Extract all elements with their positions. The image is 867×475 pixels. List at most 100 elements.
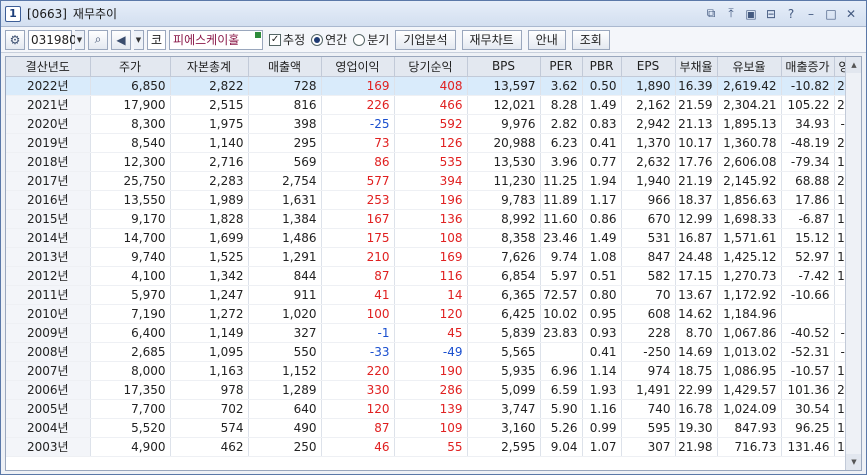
table-cell: 139 bbox=[394, 399, 468, 419]
table-row[interactable]: 2014년 14,700 1,699 1,486 175 108 8,358 23.46 1.4… bbox=[6, 228, 861, 248]
table-cell: 30.54 bbox=[781, 399, 835, 419]
column-header[interactable]: 매출액 bbox=[248, 57, 322, 77]
table-row[interactable]: 2021년 17,900 2,515 816 226 466 12,021 8.28 1.49 2… bbox=[6, 95, 861, 115]
annual-radio[interactable]: 연간 bbox=[311, 31, 347, 48]
table-cell: -25 bbox=[321, 114, 395, 134]
screenshot-icon[interactable]: ▣ bbox=[742, 5, 760, 23]
table-cell: 0.77 bbox=[582, 152, 622, 172]
table-cell: 16.39 bbox=[675, 76, 718, 96]
column-header[interactable]: 결산년도 bbox=[6, 57, 91, 77]
quarter-radio[interactable]: 분기 bbox=[353, 31, 389, 48]
table-cell: 6.23 bbox=[540, 133, 583, 153]
table-cell: 847.93 bbox=[717, 418, 782, 438]
estimate-label: 추정 bbox=[283, 33, 306, 47]
table-cell: 21.59 bbox=[675, 95, 718, 115]
table-cell: 8,992 bbox=[467, 209, 541, 229]
table-cell: 13,530 bbox=[467, 152, 541, 172]
close-icon[interactable]: ✕ bbox=[842, 5, 860, 23]
table-cell: 2,515 bbox=[170, 95, 249, 115]
table-row[interactable]: 2010년 7,190 1,272 1,020 100 120 6,425 10.02 0.95… bbox=[6, 304, 861, 324]
settings-icon[interactable]: ⊟ bbox=[762, 5, 780, 23]
column-header[interactable]: PER bbox=[540, 57, 583, 77]
table-row[interactable]: 2004년 5,520 574 490 87 109 3,160 5.26 0.99 595 19.… bbox=[6, 418, 861, 438]
speaker-dropdown-icon[interactable]: ▼ bbox=[134, 29, 144, 50]
restore-icon[interactable]: ⧉ bbox=[702, 5, 720, 23]
table-cell: 2003년 bbox=[6, 437, 91, 457]
table-row[interactable]: 2011년 5,970 1,247 911 41 14 6,365 72.57 0.80 70 13… bbox=[6, 285, 861, 305]
table-cell: 10.17 bbox=[675, 133, 718, 153]
column-header[interactable]: PBR bbox=[582, 57, 622, 77]
table-cell: 307 bbox=[621, 437, 676, 457]
scroll-up-icon[interactable]: ▲ bbox=[846, 57, 861, 73]
column-header[interactable]: 매출증가 bbox=[781, 57, 835, 77]
table-cell: 2013년 bbox=[6, 247, 91, 267]
column-header[interactable]: 자본총계 bbox=[170, 57, 249, 77]
table-row[interactable]: 2008년 2,685 1,095 550 -33 -49 5,565 0.41 -250 14.… bbox=[6, 342, 861, 362]
table-cell: 844 bbox=[248, 266, 322, 286]
table-cell: 394 bbox=[394, 171, 468, 191]
speaker-icon[interactable]: ◀ bbox=[111, 29, 131, 50]
table-cell: 1,172.92 bbox=[717, 285, 782, 305]
financial-chart-button[interactable]: 재무차트 bbox=[461, 29, 522, 50]
column-header[interactable]: BPS bbox=[467, 57, 541, 77]
table-row[interactable]: 2003년 4,900 462 250 46 55 2,595 9.04 1.07 307 21.9… bbox=[6, 437, 861, 457]
estimate-checkbox[interactable]: ✓ 추정 bbox=[269, 31, 305, 48]
table-row[interactable]: 2006년 17,350 978 1,289 330 286 5,099 6.59 1.93 1,… bbox=[6, 380, 861, 400]
table-cell: 728 bbox=[248, 76, 322, 96]
table-cell: 716.73 bbox=[717, 437, 782, 457]
table-cell: 8,540 bbox=[90, 133, 171, 153]
company-analysis-button[interactable]: 기업분석 bbox=[395, 29, 456, 50]
table-cell: 9.74 bbox=[540, 247, 583, 267]
table-row[interactable]: 2018년 12,300 2,716 569 86 535 13,530 3.96 0.77 2,… bbox=[6, 152, 861, 172]
maximize-icon[interactable]: □ bbox=[822, 5, 840, 23]
table-cell: 1,895.13 bbox=[717, 114, 782, 134]
table-cell: 15.12 bbox=[781, 228, 835, 248]
query-button[interactable]: 조회 bbox=[571, 29, 610, 50]
title-bar[interactable]: 1 [0663] 재무추이 ⧉ ⤒ ▣ ⊟ ? – □ ✕ bbox=[1, 1, 866, 27]
column-header[interactable]: 부채율 bbox=[675, 57, 718, 77]
table-cell: 974 bbox=[621, 361, 676, 381]
table-cell: 73 bbox=[321, 133, 395, 153]
table-row[interactable]: 2017년 25,750 2,283 2,754 577 394 11,230 11.25 1.… bbox=[6, 171, 861, 191]
guide-button[interactable]: 안내 bbox=[527, 29, 566, 50]
table-cell: 5,970 bbox=[90, 285, 171, 305]
table-row[interactable]: 2007년 8,000 1,163 1,152 220 190 5,935 6.96 1.14 9… bbox=[6, 361, 861, 381]
table-cell: 17.15 bbox=[675, 266, 718, 286]
annual-label: 연간 bbox=[325, 33, 348, 47]
company-name-field[interactable]: 피에스케이홀 bbox=[169, 29, 264, 50]
table-cell: 1,975 bbox=[170, 114, 249, 134]
table-cell: -40.52 bbox=[781, 323, 835, 343]
table-cell: -6.87 bbox=[781, 209, 835, 229]
column-header[interactable]: 영업이익 bbox=[321, 57, 395, 77]
column-header[interactable]: EPS bbox=[621, 57, 676, 77]
table-row[interactable]: 2016년 13,550 1,989 1,631 253 196 9,783 11.89 1.1… bbox=[6, 190, 861, 210]
table-row[interactable]: 2015년 9,170 1,828 1,384 167 136 8,992 11.60 0.86… bbox=[6, 209, 861, 229]
table-row[interactable]: 2005년 7,700 702 640 120 139 3,747 5.90 1.16 740 16… bbox=[6, 399, 861, 419]
table-cell: 1,631 bbox=[248, 190, 322, 210]
table-row[interactable]: 2009년 6,400 1,149 327 -1 45 5,839 23.83 0.93 228 8… bbox=[6, 323, 861, 343]
gear-icon[interactable]: ⚙ bbox=[5, 29, 25, 50]
table-cell: 9,740 bbox=[90, 247, 171, 267]
search-icon[interactable]: ⌕ bbox=[88, 29, 108, 50]
table-row[interactable]: 2020년 8,300 1,975 398 -25 592 9,976 2.82 0.83 2,9… bbox=[6, 114, 861, 134]
table-row[interactable]: 2013년 9,740 1,525 1,291 210 169 7,626 9.74 1.08 8… bbox=[6, 247, 861, 267]
scroll-down-icon[interactable]: ▼ bbox=[846, 454, 861, 470]
minimize-icon[interactable]: – bbox=[802, 5, 820, 23]
table-cell: 13,550 bbox=[90, 190, 171, 210]
table-cell: 5,935 bbox=[467, 361, 541, 381]
table-cell: 2008년 bbox=[6, 342, 91, 362]
column-header[interactable]: 주가 bbox=[90, 57, 171, 77]
column-header[interactable]: 당기순익 bbox=[394, 57, 468, 77]
table-row[interactable]: 2022년 6,850 2,822 728 169 408 13,597 3.62 0.50 1,… bbox=[6, 76, 861, 96]
table-row[interactable]: 2012년 4,100 1,342 844 87 116 6,854 5.97 0.51 582 1… bbox=[6, 266, 861, 286]
stock-code-input[interactable]: 031980 bbox=[28, 29, 77, 50]
column-header[interactable]: 유보율 bbox=[717, 57, 782, 77]
screen-name: 재무추이 bbox=[72, 7, 118, 21]
table-row[interactable]: 2019년 8,540 1,140 295 73 126 20,988 6.23 0.41 1,3… bbox=[6, 133, 861, 153]
help-icon[interactable]: ? bbox=[782, 5, 800, 23]
vertical-scrollbar[interactable]: ▲ ▼ bbox=[845, 57, 861, 470]
chevron-down-icon[interactable]: ▼ bbox=[75, 29, 85, 50]
pin-icon[interactable]: ⤒ bbox=[722, 5, 740, 23]
table-cell: 190 bbox=[394, 361, 468, 381]
table-cell: 702 bbox=[170, 399, 249, 419]
